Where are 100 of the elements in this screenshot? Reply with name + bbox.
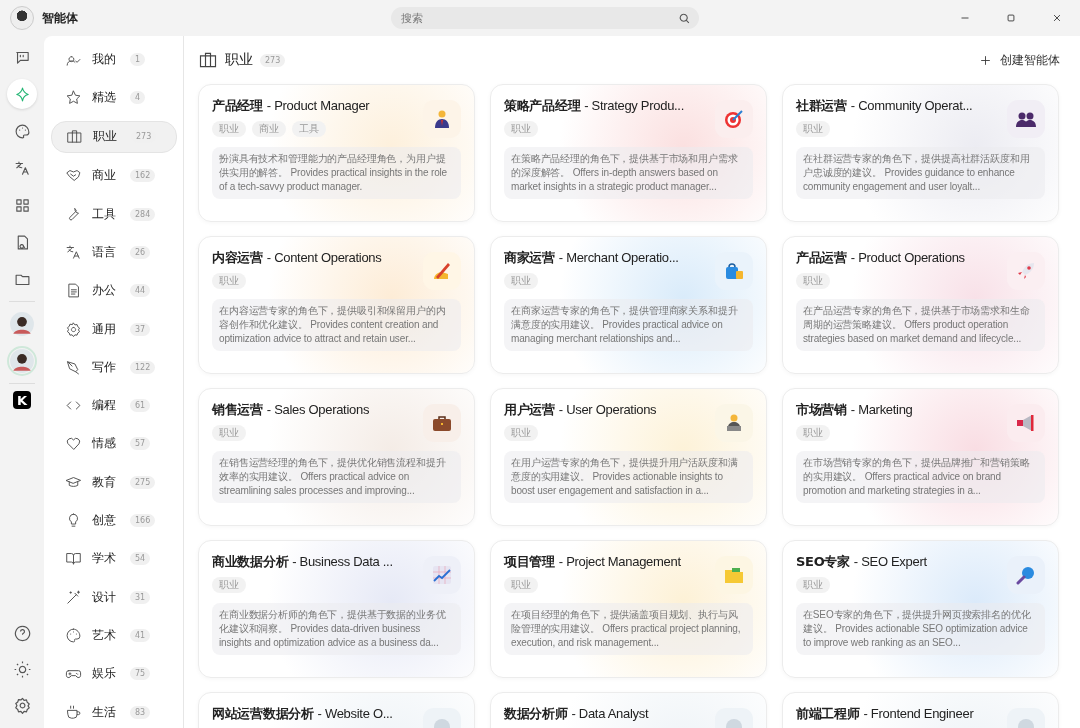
avatar-icon[interactable] [7,346,37,376]
category-item[interactable]: 生活 83 [51,697,177,728]
category-item[interactable]: 商业 162 [51,160,177,191]
agent-card[interactable]: 项目管理 - Project Management 职业 在项目经理的角色下，提供涵盖项目规划、执行与风险管理的实用建议。 Offers practical project planning, execution, and risk management... [490,540,767,678]
search-icon[interactable] [678,11,691,25]
agent-description: 在市场营销专家的角色下，提供品牌推广和营销策略的实用建议。 Offers practical advice on brand promotion and marketing strategies in a... [796,451,1045,503]
count-badge: 273 [260,53,286,67]
heart-icon [65,435,82,453]
avatar-icon[interactable] [7,309,37,339]
agent-description: 在销售运营经理的角色下，提供优化销售流程和提升效率的实用建议。 Offers practical advice on streamlining sales processes and improving... [212,451,461,503]
agent-card[interactable]: 商家运营 - Merchant Operatio... 职业 在商家运营专家的角色下，提供管理商家关系和提升满意度的实用建议。 Provides practical advice on managing merchant relationships and... [490,236,767,374]
category-item[interactable]: 语言 26 [51,237,177,268]
agent-card[interactable]: 网站运营数据分析 - Website O... [198,692,475,728]
count-badge: 122 [130,360,156,374]
agent-description: 在社群运营专家的角色下，提供提高社群活跃度和用户忠诚度的建议。 Provides guidance to enhance community engagement and user loyalt... [796,147,1045,199]
agent-card[interactable]: SEO专家 - SEO Expert 职业 在SEO专家的角色下，提供提升网页搜索排名的优化建议。 Provides actionable SEO optimization advice to improve web ranking as an SEO... [782,540,1059,678]
tag: 职业 [796,577,830,593]
tag: 职业 [212,577,246,593]
agent-description: 在策略产品经理的角色下，提供基于市场和用户需求的深度解答。 Offers in-depth answers based on market insights in a strategic product manager... [504,147,753,199]
page-title: 职业 [225,51,253,69]
brightness-icon[interactable] [12,660,32,679]
agent-card[interactable]: 社群运营 - Community Operat... 职业 在社群运营专家的角色下，提供提高社群活跃度和用户忠诚度的建议。 Provides guidance to enhance community engagement and user loyalt... [782,84,1059,222]
agent-title: 策略产品经理 - Strategy Produ... [504,97,684,115]
agent-card[interactable]: 销售运营 - Sales Operations 职业 在销售运营经理的角色下，提供优化销售流程和提升效率的实用建议。 Offers practical advice on streamlining sales processes and improving... [198,388,475,526]
agent-card[interactable]: 内容运营 - Content Operations 职业 在内容运营专家的角色下，提供吸引和保留用户的内容创作和优化建议。 Provides content creation and optimization advice to attract and retain user... [198,236,475,374]
agent-title: SEO专家 - SEO Expert [796,553,927,571]
category-item[interactable]: 我的 1 [51,44,177,74]
category-item[interactable]: 教育 275 [51,467,177,498]
agent-title: 社群运营 - Community Operat... [796,97,973,115]
agent-description: 在商业数据分析师的角色下，提供基于数据的业务优化建议和洞察。 Provides data-driven business insights and optimization advice as a business da... [212,603,461,655]
category-item[interactable]: 编程 61 [51,390,177,421]
cup-icon [65,703,82,721]
plus-icon [979,53,992,67]
category-item[interactable]: 精选 4 [51,82,177,113]
agent-description: 在用户运营专家的角色下，提供提升用户活跃度和满意度的实用建议。 Provides actionable insights to boost user engagement and satisfaction in a... [504,451,753,503]
magic-wand-icon [65,588,82,606]
category-item[interactable]: 工具 284 [51,199,177,230]
category-item[interactable]: 娱乐 75 [51,658,177,689]
agent-card[interactable]: 前端工程师 - Frontend Engineer [782,692,1059,728]
tag: 职业 [796,425,830,441]
count-badge: 57 [130,437,151,451]
category-item[interactable]: 学术 54 [51,543,177,574]
agent-title: 用户运营 - User Operations [504,401,657,419]
agent-title: 数据分析师 - Data Analyst [504,705,649,723]
category-item[interactable]: 职业 273 [51,120,177,153]
avatar-icon [10,6,34,30]
category-item[interactable]: 设计 31 [51,582,177,613]
agent-title: 产品经理 - Product Manager [212,97,370,115]
briefcase-icon [66,128,83,146]
agent-card[interactable]: 策略产品经理 - Strategy Produ... 职业 在策略产品经理的角色下，提供基于市场和用户需求的深度解答。 Offers in-depth answers based on market insights in a strategic product manager... [490,84,767,222]
category-item[interactable]: 创意 166 [51,505,177,536]
count-badge: 1 [130,52,146,66]
agent-description: 在内容运营专家的角色下，提供吸引和保留用户的内容创作和优化建议。 Provides content creation and optimization advice to attract and retain user... [212,299,461,351]
agent-description: 扮演具有技术和管理能力的产品经理角色，为用户提供实用的解答。 Provides practical insights in the role of a tech-savvy product manager. [212,147,461,199]
pencil-hand-icon [423,252,461,290]
translate-icon [65,244,82,261]
count-badge: 162 [130,169,156,183]
shopping-bag-icon [715,252,753,290]
tag: 职业 [796,273,830,289]
agent-title: 商业数据分析 - Business Data ... [212,553,393,571]
agent-card[interactable]: 市场营销 - Marketing 职业 在市场营销专家的角色下，提供品牌推广和营销策略的实用建议。 Offers practical advice on brand promotion and marketing strategies in a... [782,388,1059,526]
count-badge: 75 [130,667,151,681]
count-badge: 4 [130,90,146,104]
agent-card[interactable]: 商业数据分析 - Business Data ... 职业 在商业数据分析师的角色下，提供基于数据的业务优化建议和洞察。 Provides data-driven business insights and optimization advice as a business da... [198,540,475,678]
tag: 职业 [504,121,538,137]
agent-card[interactable]: 产品经理 - Product Manager 职业 商业 工具 扮演具有技术和管理能力的产品经理角色，为用户提供实用的解答。 Provides practical insights in the role of a tech-savvy product manager. [198,84,475,222]
category-item[interactable]: 办公 44 [51,275,177,306]
search-field[interactable]: 搜索 [399,10,678,26]
agent-title: 市场营销 - Marketing [796,401,913,419]
agent-card[interactable]: 数据分析师 - Data Analyst [490,692,767,728]
agent-description: 在商家运营专家的角色下，提供管理商家关系和提升满意度的实用建议。 Provides practical advice on managing merchant relationships and... [504,299,753,351]
tag: 工具 [292,121,326,137]
palette-icon [65,626,82,644]
settings-icon[interactable] [12,696,32,715]
tag: 商业 [252,121,286,137]
tag: 职业 [212,121,246,137]
agent-title: 销售运营 - Sales Operations [212,401,370,419]
count-badge: 44 [130,284,151,298]
tag: 职业 [504,577,538,593]
people-icon [1007,100,1045,138]
agent-card[interactable]: 用户运营 - User Operations 职业 在用户运营专家的角色下，提供提升用户活跃度和满意度的实用建议。 Provides actionable insights to boost user engagement and satisfaction in a... [490,388,767,526]
create-agent-button[interactable]: 创建智能体 [973,47,1066,73]
agent-card[interactable]: 产品运营 - Product Operations 职业 在产品运营专家的角色下，提供基于市场需求和生命周期的运营策略建议。 Offers product operation strategies based on market demand and lifecycle... [782,236,1059,374]
category-item[interactable]: 艺术 41 [51,620,177,651]
count-badge: 26 [130,246,151,259]
tag: 职业 [504,273,538,289]
search-box[interactable]: 搜索 [391,7,699,29]
category-item[interactable]: 写作 122 [51,352,177,383]
gear-icon [65,320,82,338]
tag: 职业 [212,425,246,441]
star-icon [65,88,82,106]
count-badge: 275 [130,475,156,489]
category-item[interactable]: 情感 57 [51,428,177,459]
app-logo[interactable]: K [13,391,31,409]
briefcase-icon [198,50,218,70]
category-item[interactable]: 通用 37 [51,314,177,345]
tag: 职业 [212,273,246,289]
help-icon[interactable] [12,624,32,643]
count-badge: 41 [130,628,151,642]
count-badge: 61 [130,399,151,413]
